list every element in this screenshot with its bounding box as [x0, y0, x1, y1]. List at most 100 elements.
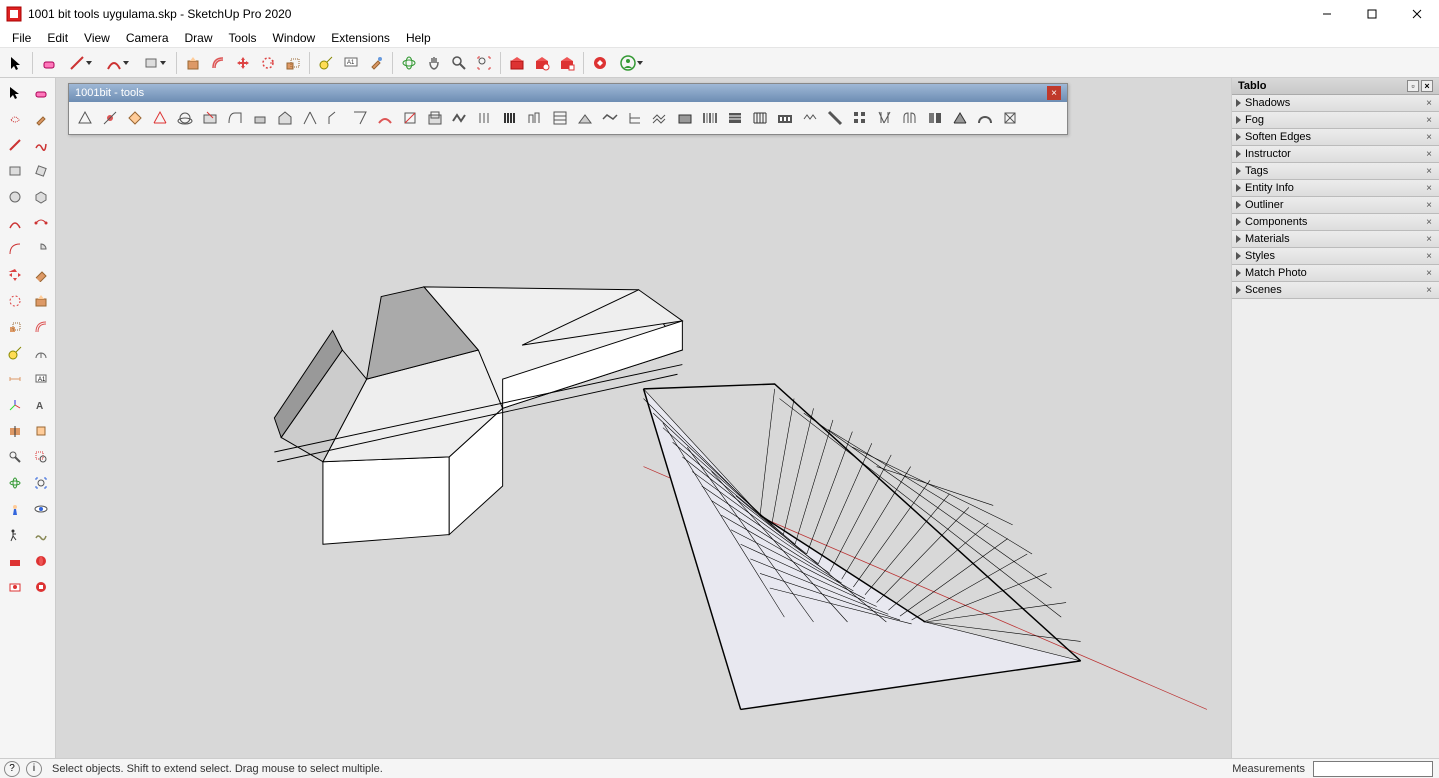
paint-tool[interactable]: [364, 51, 388, 75]
tape-icon[interactable]: [2, 340, 27, 365]
scale-icon[interactable]: [2, 314, 27, 339]
pan-tool[interactable]: [422, 51, 446, 75]
panel-close-icon[interactable]: ×: [1423, 165, 1435, 177]
warehouse-icon[interactable]: [2, 548, 27, 573]
tray-panel-instructor[interactable]: Instructor×: [1232, 146, 1439, 163]
tray-header[interactable]: Tablo ▫ ×: [1232, 78, 1439, 95]
panel-close-icon[interactable]: ×: [1423, 114, 1435, 126]
panel-close-icon[interactable]: ×: [1423, 284, 1435, 296]
info-icon[interactable]: i: [26, 761, 42, 777]
tray-panel-matchphoto[interactable]: Match Photo×: [1232, 265, 1439, 282]
tray-panel-outliner[interactable]: Outliner×: [1232, 197, 1439, 214]
axes-icon[interactable]: [2, 392, 27, 417]
menu-window[interactable]: Window: [265, 29, 324, 47]
tray-panel-fog[interactable]: Fog×: [1232, 112, 1439, 129]
warehouse-2[interactable]: [530, 51, 554, 75]
panel-close-icon[interactable]: ×: [1423, 267, 1435, 279]
pie-icon[interactable]: [28, 236, 53, 261]
line-tool[interactable]: [62, 51, 98, 75]
eraser-icon[interactable]: [28, 80, 53, 105]
panel-close-icon[interactable]: ×: [1423, 148, 1435, 160]
rotate-tool[interactable]: [256, 51, 280, 75]
tape-tool[interactable]: [314, 51, 338, 75]
orbit-tool[interactable]: [397, 51, 421, 75]
warehouse-1[interactable]: [505, 51, 529, 75]
measurements-input[interactable]: [1313, 761, 1433, 777]
menu-tools[interactable]: Tools: [221, 29, 265, 47]
arc-icon[interactable]: [2, 210, 27, 235]
text-label-icon[interactable]: A1: [28, 366, 53, 391]
rotate-icon[interactable]: [2, 288, 27, 313]
3dtext-icon[interactable]: A: [28, 392, 53, 417]
menu-edit[interactable]: Edit: [39, 29, 76, 47]
walk-icon[interactable]: [2, 522, 27, 547]
circle-icon[interactable]: [2, 184, 27, 209]
maximize-button[interactable]: [1349, 0, 1394, 28]
orbit-icon[interactable]: [2, 470, 27, 495]
zoom-tool[interactable]: [447, 51, 471, 75]
rectangle-tool[interactable]: [136, 51, 172, 75]
tray-panel-styles[interactable]: Styles×: [1232, 248, 1439, 265]
pushpull-icon[interactable]: [28, 288, 53, 313]
tray-close-icon[interactable]: ×: [1421, 80, 1433, 92]
section-icon[interactable]: [2, 418, 27, 443]
rect-icon[interactable]: [2, 158, 27, 183]
lasso-icon[interactable]: [2, 106, 27, 131]
offset-icon[interactable]: [28, 314, 53, 339]
panel-close-icon[interactable]: ×: [1423, 216, 1435, 228]
photo-icon[interactable]: [2, 574, 27, 599]
tray-panel-entity[interactable]: Entity Info×: [1232, 180, 1439, 197]
select-icon[interactable]: [2, 80, 27, 105]
viewport-3d[interactable]: 1001bit - tools ×: [56, 78, 1231, 758]
tray-panel-tags[interactable]: Tags×: [1232, 163, 1439, 180]
panel-close-icon[interactable]: ×: [1423, 199, 1435, 211]
arc-tool[interactable]: [99, 51, 135, 75]
zoom-extents-tool[interactable]: [472, 51, 496, 75]
extension-warehouse[interactable]: [588, 51, 612, 75]
text-tool[interactable]: A1: [339, 51, 363, 75]
user-icon[interactable]: [613, 51, 649, 75]
zoomext-icon[interactable]: [28, 470, 53, 495]
tray-panel-soften[interactable]: Soften Edges×: [1232, 129, 1439, 146]
panel-close-icon[interactable]: ×: [1423, 250, 1435, 262]
polygon-icon[interactable]: [28, 184, 53, 209]
eraser-tool[interactable]: [37, 51, 61, 75]
panel-close-icon[interactable]: ×: [1423, 233, 1435, 245]
zoomwin-icon[interactable]: [28, 444, 53, 469]
tray-panel-materials[interactable]: Materials×: [1232, 231, 1439, 248]
offset-tool[interactable]: [206, 51, 230, 75]
position-camera-icon[interactable]: [2, 496, 27, 521]
geoloc-icon[interactable]: [28, 548, 53, 573]
help-icon[interactable]: ?: [4, 761, 20, 777]
rotrect-icon[interactable]: [28, 158, 53, 183]
menu-file[interactable]: File: [4, 29, 39, 47]
followme-icon[interactable]: [28, 262, 53, 287]
move-icon[interactable]: [2, 262, 27, 287]
menu-extensions[interactable]: Extensions: [323, 29, 398, 47]
line-icon[interactable]: [2, 132, 27, 157]
arc3-icon[interactable]: [2, 236, 27, 261]
minimize-button[interactable]: [1304, 0, 1349, 28]
freehand-icon[interactable]: [28, 132, 53, 157]
close-button[interactable]: [1394, 0, 1439, 28]
sandbox-icon[interactable]: [28, 522, 53, 547]
menu-view[interactable]: View: [76, 29, 118, 47]
extmgr-icon[interactable]: [28, 574, 53, 599]
zoom-icon[interactable]: [2, 444, 27, 469]
panel-close-icon[interactable]: ×: [1423, 97, 1435, 109]
tray-panel-scenes[interactable]: Scenes×: [1232, 282, 1439, 299]
arc2-icon[interactable]: [28, 210, 53, 235]
pushpull-tool[interactable]: [181, 51, 205, 75]
tray-pin-icon[interactable]: ▫: [1407, 80, 1419, 92]
paint-icon[interactable]: [28, 106, 53, 131]
look-around-icon[interactable]: [28, 496, 53, 521]
menu-draw[interactable]: Draw: [177, 29, 221, 47]
dimension-icon[interactable]: [2, 366, 27, 391]
panel-close-icon[interactable]: ×: [1423, 131, 1435, 143]
warehouse-3[interactable]: [555, 51, 579, 75]
tray-panel-shadows[interactable]: Shadows×: [1232, 95, 1439, 112]
component-icon[interactable]: [28, 418, 53, 443]
move-tool[interactable]: [231, 51, 255, 75]
menu-help[interactable]: Help: [398, 29, 439, 47]
scale-tool[interactable]: [281, 51, 305, 75]
